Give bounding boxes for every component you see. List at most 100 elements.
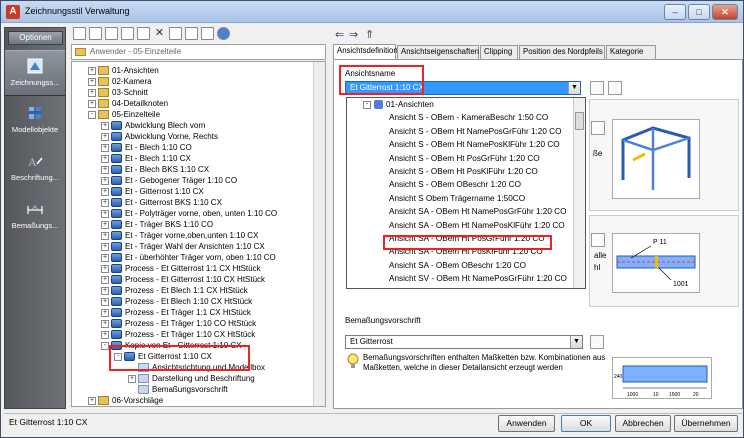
up-arrow-icon[interactable]: ⇑ [365,28,374,41]
tree-item[interactable]: +06-Vorschläge [88,395,163,406]
tree-item[interactable]: + Et - Blech 1:10 CX [101,153,191,164]
grid-view-icon[interactable] [608,81,622,95]
edit-icon[interactable] [591,121,605,135]
accept-button[interactable]: Übernehmen [674,415,738,432]
expand-icon[interactable]: + [101,297,109,306]
chevron-down-icon[interactable]: ▼ [570,336,582,348]
tree-item[interactable]: + Et - Träger BKS 1:10 CO [101,219,213,230]
cancel-button[interactable]: Abbrechen [615,415,671,432]
delete-icon[interactable]: ✕ [153,27,166,40]
tree-item[interactable]: + Prozess - Et Träger 1:10 CX HtStück [101,329,255,340]
tree-item[interactable]: + Et - Blech BKS 1:10 CX [101,164,209,175]
expand-icon[interactable]: + [101,308,109,317]
import-icon[interactable] [201,27,214,40]
collapse-icon[interactable]: - [88,110,96,119]
dropdown-item[interactable]: Ansicht S - OBem OBeschr 1:20 CO [389,178,521,191]
help-icon[interactable] [217,27,230,40]
collapse-icon[interactable]: - [101,341,109,350]
dropdown-item[interactable]: Ansicht S - OBem - KameraBeschr 1:50 CO [389,111,548,124]
tree-item[interactable]: + Abwicklung Blech vorn [101,120,205,131]
tree-item[interactable]: - 05-Einzelteile [88,109,160,120]
view-dropdown-list[interactable]: - 01-Ansichten Ansicht S - OBem - KameraBe… [346,97,586,289]
title-bar[interactable]: A Zeichnungsstil Verwaltung – □ ✕ [1,1,743,23]
tab-clipping[interactable]: Clipping [480,45,518,59]
edit-view-icon[interactable] [590,81,604,95]
expand-icon[interactable]: + [101,319,109,328]
expand-icon[interactable]: + [88,88,96,97]
expand-icon[interactable]: + [88,77,96,86]
expand-icon[interactable]: + [101,209,109,218]
sidebar-item-model-objects[interactable]: Modellobjekte [5,98,65,144]
tree-scrollbar[interactable] [313,62,325,406]
tree-item[interactable]: + Et - Träger Wahl der Ansichten 1:10 CX [101,241,265,252]
edit-icon-2[interactable] [591,233,605,247]
tree-item[interactable]: +04-Detailknoten [88,98,168,109]
tree-item[interactable]: + Process - Et Gitterrost 1:1 CX HtStück [101,263,261,274]
expand-icon[interactable]: + [101,253,109,262]
path-field[interactable]: Anwender - 05-Einzelteile [71,44,326,60]
forward-arrow-icon[interactable]: ⇒ [349,28,358,41]
tree-item[interactable]: + Prozess - Et Träger 1:10 CO HtStück [101,318,256,329]
tree-item[interactable]: + Prozess - Et Blech 1:1 CX HtStück [101,285,248,296]
edit-dimension-icon[interactable] [590,335,604,349]
cut-icon[interactable] [169,27,182,40]
dropdown-scrollbar[interactable] [573,98,585,288]
options-header[interactable]: Optionen [8,31,63,45]
tree-item[interactable]: + Process - Et Gitterrost 1:10 CX HtStück [101,274,265,285]
tree-item[interactable]: +01-Ansichten [88,65,159,76]
new-style-icon[interactable] [89,27,102,40]
chevron-down-icon[interactable]: ▼ [568,82,580,94]
apply-button[interactable]: Anwenden [498,415,555,432]
ok-button[interactable]: OK [561,415,611,432]
close-button[interactable]: ✕ [712,4,738,20]
dimension-rule-combo[interactable]: Et Gitterrost ▼ [345,335,583,349]
expand-icon[interactable]: + [101,330,109,339]
expand-icon[interactable]: + [101,220,109,229]
expand-icon[interactable]: + [101,187,109,196]
expand-icon[interactable]: + [101,275,109,284]
collapse-icon[interactable]: - [363,100,371,109]
tree-item[interactable]: + Et - Blech 1:10 CO [101,142,192,153]
tree-item[interactable]: +03-Schnitt [88,87,148,98]
tree-item[interactable]: +02-Kamera [88,76,152,87]
sidebar-item-annotation[interactable]: A Beschriftung... [5,146,65,192]
sidebar-item-drawing-styles[interactable]: Zeichnungss... [5,50,65,96]
tree-item[interactable]: + Prozess - Et Träger 1:1 CX HtStück [101,307,251,318]
tab-ansichtseigenschaften[interactable]: Ansichtseigenschaften [397,45,479,59]
expand-icon[interactable]: + [88,66,96,75]
expand-icon[interactable]: + [128,374,136,383]
expand-icon[interactable]: + [101,242,109,251]
expand-icon[interactable]: + [101,121,109,130]
dropdown-item[interactable]: Ansicht S - OBem Ht NamePosGrFühr 1:20 C… [389,125,561,138]
tree-item[interactable]: + Et - überhöhter Träger vorn, oben 1:10 … [101,252,276,263]
export-icon[interactable] [185,27,198,40]
expand-icon[interactable]: + [101,154,109,163]
tree-item[interactable]: + Et - Träger vorne,oben,unten 1:10 CX [101,230,258,241]
check-icon[interactable] [73,27,86,40]
maximize-button[interactable]: □ [688,4,710,20]
copy-icon[interactable] [121,27,134,40]
dropdown-item[interactable]: Ansicht SA - OBem Ht NamePosGrFühr 1:20 … [389,205,566,218]
dropdown-item[interactable]: Ansicht SA - OBem Ht NamePosKlFühr 1:20 … [389,219,565,232]
tab-kategorie[interactable]: Kategorie [606,45,656,59]
tab-nordpfeil[interactable]: Position des Nordpfeils [519,45,605,59]
tree-item[interactable]: + Abwicklung Vorne, Rechts [101,131,218,142]
expand-icon[interactable]: + [101,264,109,273]
minimize-button[interactable]: – [664,4,686,20]
expand-icon[interactable]: + [101,165,109,174]
paste-icon[interactable] [137,27,150,40]
tree-item[interactable]: + Et - Gebogener Träger 1:10 CO [101,175,237,186]
tree-item[interactable]: + Darstellung und Beschriftung [128,373,255,384]
new-folder-icon[interactable] [105,27,118,40]
tree-item[interactable]: + Et - Gitterrost 1:10 CX [101,186,204,197]
dropdown-item[interactable]: Ansicht S - OBem Ht PosGrFühr 1:20 CO [389,152,540,165]
expand-icon[interactable]: + [88,396,96,405]
tree-item[interactable]: + Et - Polyträger vorne, oben, unten 1:10… [101,208,277,219]
sidebar-item-dimensions[interactable]: Bemaßungs... [5,194,65,240]
expand-icon[interactable]: + [101,198,109,207]
tab-ansichtsdefinition[interactable]: Ansichtsdefinition [333,44,398,59]
dropdown-item[interactable]: - 01-Ansichten [363,98,434,111]
dropdown-item[interactable]: Ansicht S Obem Trägername 1:50CO [389,192,525,205]
expand-icon[interactable]: + [101,286,109,295]
dropdown-item[interactable]: Ansicht SA - OBem OBeschr 1:20 CO [389,259,526,272]
